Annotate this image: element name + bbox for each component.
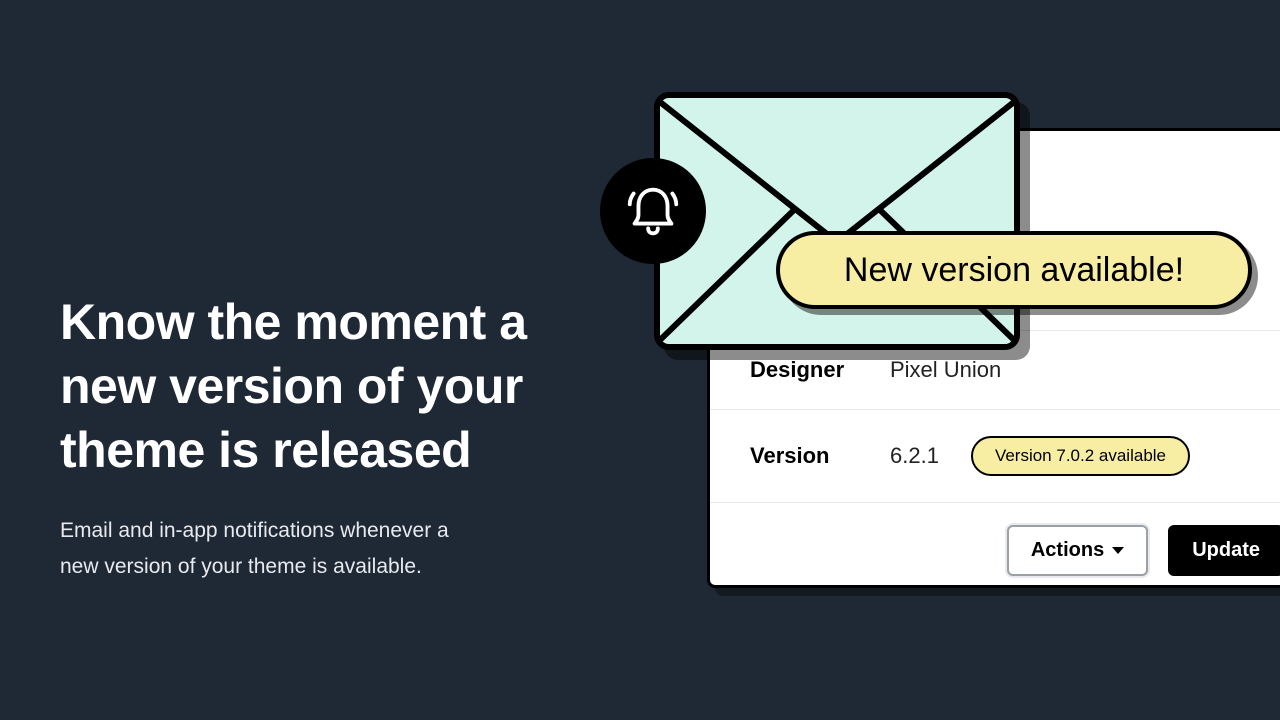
new-version-pill: New version available! <box>776 231 1252 309</box>
chevron-down-icon <box>1112 547 1124 554</box>
designer-value: Pixel Union <box>890 357 1001 383</box>
version-label: Version <box>750 443 890 469</box>
update-button[interactable]: Update <box>1168 525 1280 576</box>
update-button-label: Update <box>1192 539 1260 562</box>
actions-button-label: Actions <box>1031 539 1104 562</box>
new-version-pill-label: New version available! <box>844 251 1184 290</box>
card-button-row: Actions Update <box>710 503 1280 598</box>
version-value: 6.2.1 <box>890 443 939 469</box>
hero-headline: Know the moment a new version of your th… <box>60 290 620 482</box>
available-badge: Version 7.0.2 available <box>971 436 1190 476</box>
hero-subtext: Email and in-app notifications whenever … <box>60 513 490 584</box>
actions-button[interactable]: Actions <box>1007 525 1148 576</box>
card-row-version: Version 6.2.1 Version 7.0.2 available <box>710 410 1280 503</box>
designer-label: Designer <box>750 357 890 383</box>
bell-icon <box>600 158 706 264</box>
